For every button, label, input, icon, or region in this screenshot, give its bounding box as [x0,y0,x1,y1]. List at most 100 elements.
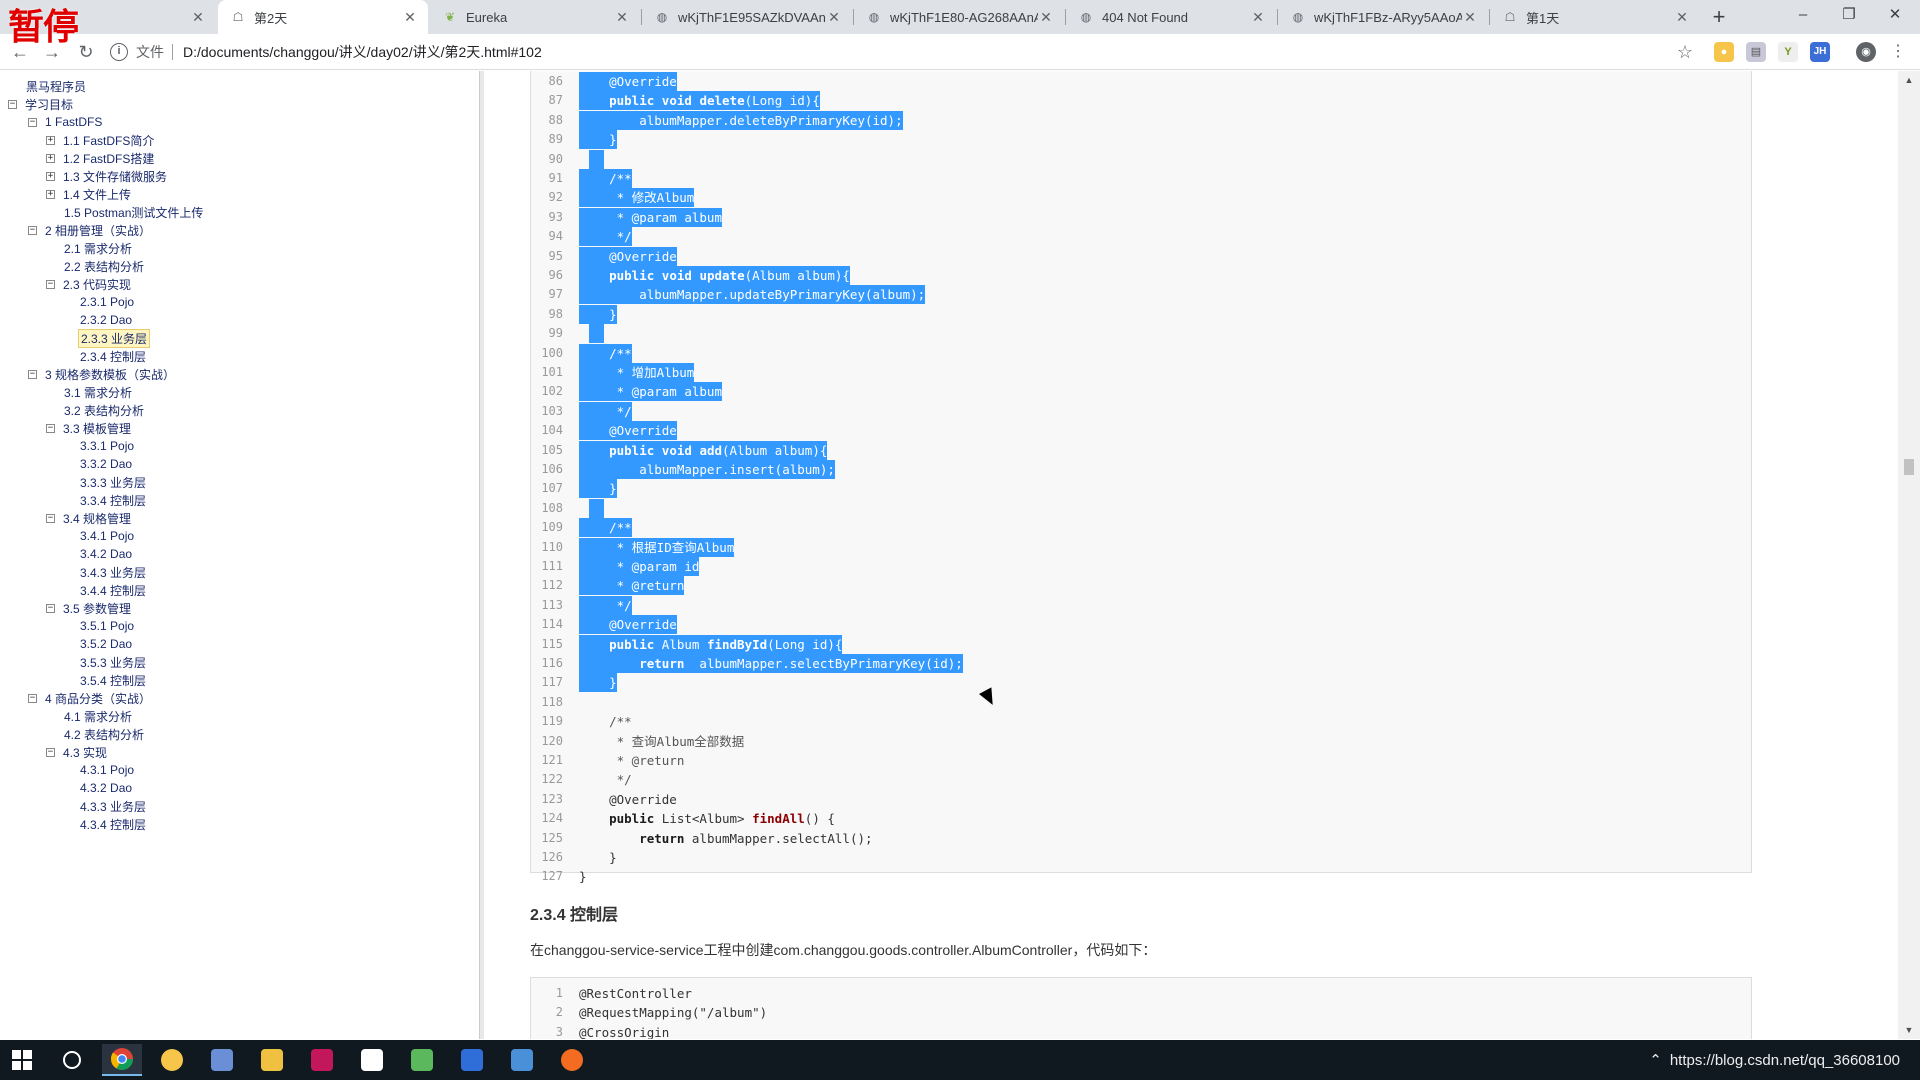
app-paint-icon[interactable] [202,1044,242,1076]
toc-item[interactable]: 3.5.4 控制层 [62,671,148,689]
toc-label[interactable]: 3 规格参数模板（实战） [43,366,177,383]
scrollbar-thumb[interactable] [1904,459,1914,475]
toc-item[interactable]: 2.3.4 控制层 [62,347,148,365]
toc-label[interactable]: 4.3.1 Pojo [78,763,136,777]
toc-item[interactable]: 2.3.3 业务层 [62,328,151,348]
toc-item[interactable]: 3.4.3 业务层 [62,563,148,581]
toc-label[interactable]: 1.1 FastDFS简介 [61,132,156,149]
tab-not-found[interactable]: ◍ 404 Not Found ✕ [1066,0,1276,34]
toc-label[interactable]: 2.3.1 Pojo [78,295,136,309]
toc-label[interactable]: 3.5 参数管理 [61,600,133,617]
toc-item[interactable]: +1.4 文件上传 [46,185,133,203]
toc-item[interactable]: 3.3.2 Dao [62,455,134,473]
toc-item[interactable]: −1 FastDFS [28,113,104,131]
toc-label-selected[interactable]: 2.3.3 业务层 [78,328,151,348]
tab-active[interactable]: ☖ 第2天 ✕ [218,0,428,34]
windows-start-icon[interactable] [2,1044,42,1076]
toc-label[interactable]: 3.5.1 Pojo [78,619,136,633]
menu-icon[interactable]: ⋮ [1888,42,1908,62]
toc-label[interactable]: 1.3 文件存储微服务 [61,168,169,185]
toc-label[interactable]: 1.2 FastDFS搭建 [61,150,156,167]
toc-item[interactable]: −3.4 规格管理 [46,509,133,527]
toc-item[interactable]: 3.5.1 Pojo [62,617,136,635]
toc-label[interactable]: 3.3.4 控制层 [78,492,148,509]
toc-item[interactable]: −2.3 代码实现 [46,275,133,293]
toc-label[interactable]: 2.3.4 控制层 [78,348,148,365]
ext-pdf-icon[interactable]: ▤ [1746,42,1766,62]
expand-icon[interactable]: + [46,135,55,145]
toc-label[interactable]: 3.3.1 Pojo [78,439,136,453]
collapse-icon[interactable]: − [28,117,37,127]
toc-label[interactable]: 3.3.3 业务层 [78,474,148,491]
toc-item[interactable]: −3.5 参数管理 [46,599,133,617]
toc-label[interactable]: 2.3.2 Dao [78,313,134,327]
toc-item[interactable]: 3.4.4 控制层 [62,581,148,599]
collapse-icon[interactable]: − [28,693,37,703]
expand-icon[interactable]: + [46,171,55,181]
close-icon[interactable]: ✕ [402,9,418,26]
app-feather-icon[interactable] [452,1044,492,1076]
toc-item[interactable]: −2 相册管理（实战） [28,221,153,239]
tab-image-1[interactable]: ◍ wKjThF1E95SAZkDVAAnA ✕ [642,0,852,34]
toc-item[interactable]: 3.3.1 Pojo [62,437,136,455]
close-icon[interactable]: ✕ [826,9,842,26]
expand-icon[interactable]: + [46,189,55,199]
app-bird-icon[interactable] [152,1044,192,1076]
collapse-icon[interactable]: − [46,747,55,757]
app-green-icon[interactable] [402,1044,442,1076]
toc-label[interactable]: 2.1 需求分析 [62,240,134,257]
close-icon[interactable]: ✕ [190,9,206,26]
toc-label[interactable]: 2.2 表结构分析 [62,258,146,275]
toc-item[interactable]: 3.3.4 控制层 [62,491,148,509]
toc-item[interactable]: 3.4.1 Pojo [62,527,136,545]
collapse-icon[interactable]: − [46,603,55,613]
app-postman-icon[interactable] [552,1044,592,1076]
info-icon[interactable]: i [110,43,128,61]
toc-label[interactable]: 4.1 需求分析 [62,708,134,725]
scroll-down-icon[interactable]: ▼ [1898,1025,1920,1035]
restore-button[interactable]: ❐ [1826,0,1872,30]
toc-label[interactable]: 1 FastDFS [43,115,104,129]
toc-label[interactable]: 黑马程序员 [24,78,88,95]
toc-item[interactable]: 4.1 需求分析 [46,707,134,725]
toc-label[interactable]: 3.4.4 控制层 [78,582,148,599]
toc-item[interactable]: 3.1 需求分析 [46,383,134,401]
toc-label[interactable]: 4.3.2 Dao [78,781,134,795]
toc-label[interactable]: 3.2 表结构分析 [62,402,146,419]
file-explorer-icon[interactable] [252,1044,292,1076]
toc-item[interactable]: 3.3.3 业务层 [62,473,148,491]
collapse-icon[interactable]: − [46,423,55,433]
toc-label[interactable]: 4.3.3 业务层 [78,798,148,815]
toc-label[interactable]: 1.4 文件上传 [61,186,133,203]
collapse-icon[interactable]: − [46,513,55,523]
toc-item[interactable]: 3.5.2 Dao [62,635,134,653]
toc-item[interactable]: +1.2 FastDFS搭建 [46,149,156,167]
toc-item[interactable]: 1.5 Postman测试文件上传 [46,203,205,221]
scroll-up-icon[interactable]: ▲ [1898,75,1920,85]
tab-eureka[interactable]: ❦ Eureka ✕ [430,0,640,34]
toc-item[interactable]: +1.1 FastDFS简介 [46,131,156,149]
bookmark-star-icon[interactable]: ☆ [1675,42,1695,62]
collapse-icon[interactable]: − [8,99,17,109]
toc-item[interactable]: 黑马程序员 [24,77,88,95]
toc-label[interactable]: 4.2 表结构分析 [62,726,146,743]
toc-label[interactable]: 3.5.4 控制层 [78,672,148,689]
ext-fire-icon[interactable]: ● [1714,42,1734,62]
close-icon[interactable]: ✕ [1462,9,1478,26]
toc-item[interactable]: +1.3 文件存储微服务 [46,167,169,185]
toc-item[interactable]: 2.3.2 Dao [62,311,134,329]
toc-item[interactable]: 2.1 需求分析 [46,239,134,257]
cortana-search-icon[interactable] [52,1044,92,1076]
toc-label[interactable]: 3.5.3 业务层 [78,654,148,671]
toc-label[interactable]: 3.4.2 Dao [78,547,134,561]
close-icon[interactable]: ✕ [1038,9,1054,26]
close-window-button[interactable]: ✕ [1872,0,1918,30]
tab-day1[interactable]: ☖ 第1天 ✕ [1490,0,1700,34]
app-window-icon[interactable] [502,1044,542,1076]
account-icon[interactable]: ◉ [1856,42,1876,62]
toc-label[interactable]: 3.4.3 业务层 [78,564,148,581]
chevron-up-icon[interactable]: ⌃ [1649,1051,1662,1069]
intellij-idea-icon[interactable] [302,1044,342,1076]
ext-jh-icon[interactable]: JH [1810,42,1830,62]
toc-item[interactable]: − 学习目标 [8,95,75,113]
